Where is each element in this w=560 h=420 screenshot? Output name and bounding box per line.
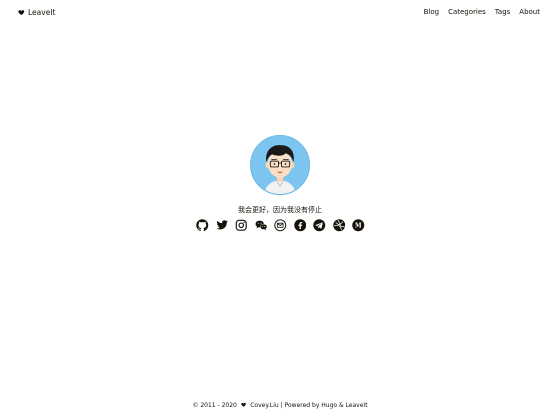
social-links: M: [196, 219, 365, 232]
avatar: [250, 135, 310, 195]
medium-link[interactable]: M: [352, 219, 365, 232]
nav-blog[interactable]: Blog: [424, 8, 439, 16]
nav-categories[interactable]: Categories: [448, 8, 486, 16]
copyright-years: © 2011 - 2020: [192, 402, 237, 409]
instagram-icon: [235, 219, 247, 231]
facebook-icon: [293, 219, 306, 232]
twitter-icon: [216, 220, 228, 230]
dribbble-icon: [332, 219, 345, 232]
nav-about[interactable]: About: [519, 8, 540, 16]
email-link[interactable]: [274, 219, 287, 232]
brand-name: LeaveIt: [28, 8, 56, 17]
svg-text:M: M: [355, 222, 362, 229]
telegram-link[interactable]: [313, 219, 326, 232]
instagram-link[interactable]: [235, 219, 248, 232]
nav-tags[interactable]: Tags: [495, 8, 511, 16]
brand-link[interactable]: LeaveIt: [18, 8, 55, 17]
powered-by: | Powered by Hugo & LeaveIt: [280, 402, 368, 409]
github-link[interactable]: [196, 219, 209, 232]
site-footer: © 2011 - 2020 Covey.Liu | Powered by Hug…: [0, 402, 560, 409]
heart-icon: [241, 402, 246, 407]
avatar-image: [251, 136, 309, 194]
twitter-link[interactable]: [216, 219, 229, 232]
facebook-link[interactable]: [293, 219, 307, 232]
site-header: LeaveIt Blog Categories Tags About: [0, 0, 560, 28]
author-link[interactable]: Covey.Liu: [250, 402, 279, 409]
heart-icon: [18, 10, 25, 16]
wechat-icon: [255, 220, 267, 231]
email-icon: [274, 219, 287, 232]
dribbble-link[interactable]: [332, 219, 346, 232]
github-icon: [196, 219, 209, 232]
profile-subtitle: 我会更好，因为我没有停止: [238, 206, 322, 214]
telegram-icon: [313, 219, 326, 232]
wechat-link[interactable]: [255, 219, 268, 232]
medium-icon: M: [352, 219, 365, 232]
main-nav: Blog Categories Tags About: [424, 8, 540, 16]
